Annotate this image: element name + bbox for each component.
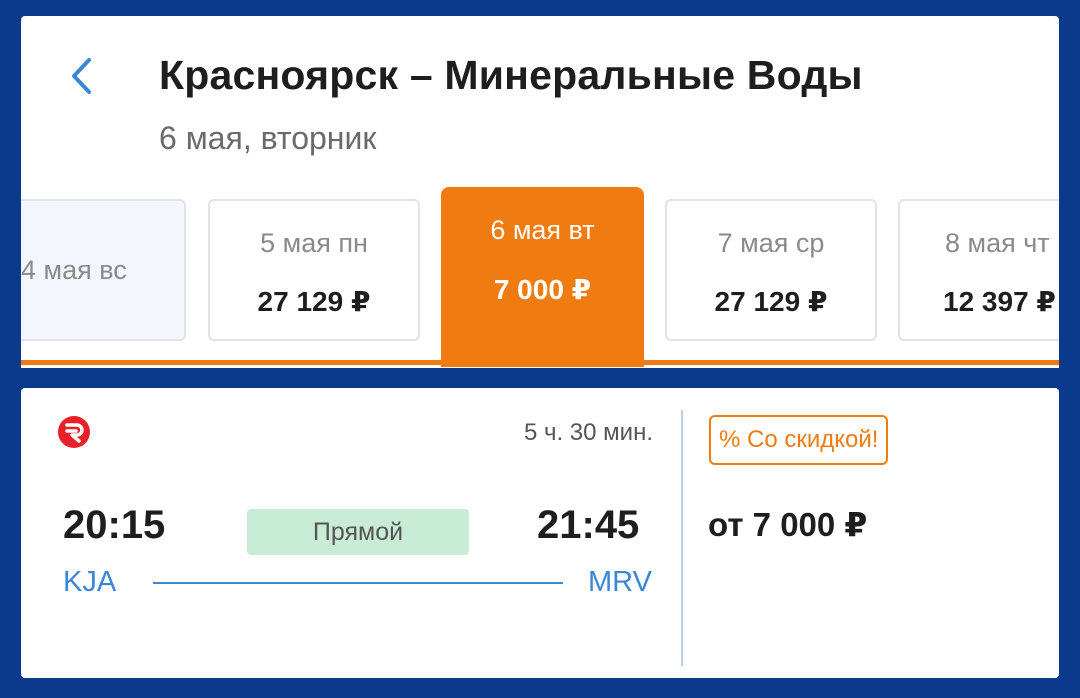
date-tab-label: 6 мая вт [490, 215, 595, 245]
route-line [153, 582, 563, 584]
date-tab-price: 27 129 ₽ [714, 286, 828, 317]
date-tab-7-may[interactable]: 7 мая ср 27 129 ₽ [665, 199, 877, 341]
date-tab-5-may[interactable]: 5 мая пн 27 129 ₽ [208, 199, 420, 341]
flight-duration: 5 ч. 30 мин. [523, 419, 653, 446]
date-selector: 4 мая вс 5 мая пн 27 129 ₽ 6 мая вт 7 00… [21, 16, 1059, 368]
date-tab-4-may[interactable]: 4 мая вс [21, 199, 186, 341]
discount-badge: % Со скидкой! [709, 415, 889, 465]
header-card: Красноярск – Минеральные Воды 6 мая, вто… [21, 16, 1059, 368]
date-tab-price: 27 129 ₽ [257, 286, 371, 317]
flight-price: от 7 000 ₽ [708, 506, 868, 543]
date-tab-price: 12 397 ₽ [943, 286, 1056, 317]
date-tab-6-may[interactable]: 6 мая вт 7 000 ₽ [441, 187, 644, 367]
departure-airport-code: KJA [63, 566, 117, 598]
date-tab-label: 4 мая вс [21, 255, 127, 285]
arrival-airport-code: MRV [588, 566, 652, 598]
date-tab-label: 7 мая ср [717, 228, 825, 258]
flight-card[interactable]: 5 ч. 30 мин. 20:15 Прямой 21:45 KJA MRV … [21, 388, 1059, 678]
selected-date-underline [21, 360, 1059, 365]
airline-logo-icon [58, 416, 90, 448]
date-tab-price: 7 000 ₽ [493, 274, 592, 305]
direct-flight-badge: Прямой [247, 509, 469, 555]
date-tab-label: 8 мая чт [945, 228, 1050, 258]
date-tab-label: 5 мая пн [260, 228, 368, 258]
arrival-time: 21:45 [537, 503, 640, 547]
departure-time: 20:15 [63, 503, 166, 547]
date-tab-8-may[interactable]: 8 мая чт 12 397 ₽ [898, 199, 1059, 341]
card-divider [681, 410, 683, 666]
